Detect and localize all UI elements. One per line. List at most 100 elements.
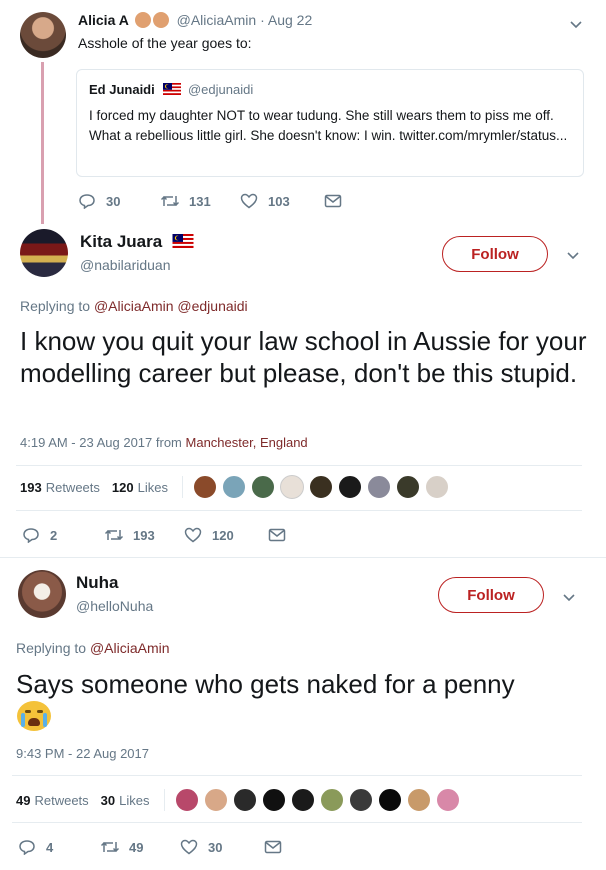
dm-button[interactable] [324, 194, 342, 208]
replying-prefix: Replying to [16, 640, 87, 656]
liker-avatar[interactable] [366, 475, 391, 499]
retweet-icon [160, 195, 180, 207]
liker-avatar[interactable] [435, 788, 460, 812]
liker-avatar[interactable] [203, 788, 228, 812]
dm-button[interactable] [264, 840, 282, 854]
like-stat-count[interactable]: 120 [112, 480, 134, 495]
quoted-handle: @edjunaidi [187, 82, 254, 97]
reply-button[interactable]: 30 [78, 193, 160, 209]
tweet-header: Alicia A @AliciaAmin · Aug 22 [78, 12, 312, 28]
malaysia-flag-icon [172, 234, 194, 248]
handle[interactable]: @nabilariduan [80, 257, 171, 273]
like-button[interactable]: 103 [240, 193, 324, 209]
tweet-actions: 30 131 103 [78, 193, 342, 209]
like-button[interactable]: 30 [180, 839, 264, 855]
retweet-button[interactable]: 49 [100, 840, 180, 855]
liker-avatar[interactable] [261, 788, 286, 812]
quoted-header: Ed Junaidi @edjunaidi [89, 82, 253, 97]
liker-avatar[interactable] [174, 788, 199, 812]
engagement-stats: 49 Retweets 30 Likes [16, 785, 465, 815]
handle[interactable]: @helloNuha [76, 598, 153, 614]
retweet-count: 131 [189, 193, 211, 209]
retweet-icon [104, 529, 124, 541]
dm-icon [324, 194, 342, 208]
reply-button[interactable]: 4 [18, 839, 100, 855]
handle[interactable]: @AliciaAmin [177, 12, 257, 28]
chevron-down-icon[interactable] [568, 16, 584, 32]
liker-avatar[interactable] [337, 475, 362, 499]
timestamp[interactable]: · Aug 22 [260, 12, 312, 28]
reply-count: 30 [106, 193, 121, 209]
liker-avatar[interactable] [395, 475, 420, 499]
location-link[interactable]: Manchester, England [186, 435, 308, 450]
tweet-actions: 2 193 120 [22, 527, 286, 543]
chevron-down-icon[interactable] [565, 247, 581, 263]
malaysia-flag-icon [163, 83, 182, 95]
avatar[interactable] [20, 229, 68, 277]
like-count: 120 [212, 527, 234, 543]
retweet-button[interactable]: 193 [104, 528, 184, 543]
reply-icon [23, 528, 39, 543]
retweet-stat-count[interactable]: 193 [20, 480, 42, 495]
replying-to: Replying to @AliciaAmin [16, 640, 170, 656]
replying-to: Replying to @AliciaAmin @edjunaidi [20, 298, 248, 314]
tweet-text: Asshole of the year goes to: [78, 35, 252, 51]
liker-avatar[interactable] [192, 475, 217, 499]
clap-emoji [134, 12, 151, 28]
quoted-tweet[interactable]: Ed Junaidi @edjunaidi I forced my daught… [76, 69, 584, 177]
liker-avatar[interactable] [406, 788, 431, 812]
like-count: 103 [268, 193, 290, 209]
like-icon [240, 193, 258, 209]
avatar[interactable] [20, 12, 66, 58]
dm-icon [264, 840, 282, 854]
timestamp[interactable]: 4:19 AM - 23 Aug 2017 from [20, 435, 182, 450]
display-name[interactable]: Alicia A [78, 12, 129, 28]
chevron-down-icon[interactable] [561, 589, 577, 605]
display-name[interactable]: Nuha [76, 573, 119, 593]
like-stat-label[interactable]: Likes [138, 480, 168, 495]
crying-face-emoji: 😭 [17, 701, 51, 731]
reply-count: 2 [50, 527, 58, 543]
dm-icon [268, 528, 286, 542]
liker-avatar[interactable] [348, 788, 373, 812]
liker-avatar[interactable] [221, 475, 246, 499]
reply-button[interactable]: 2 [22, 527, 104, 543]
like-stat-count[interactable]: 30 [101, 793, 115, 808]
liker-avatar[interactable] [250, 475, 275, 499]
like-icon [184, 527, 202, 543]
tweet-actions: 4 49 30 [18, 839, 282, 855]
retweet-stat-label[interactable]: Retweets [46, 480, 100, 495]
liker-avatar[interactable] [232, 788, 257, 812]
tweet-text: Says someone who gets naked for a penny [16, 669, 515, 699]
quoted-display-name: Ed Junaidi [89, 82, 155, 97]
retweet-count: 193 [133, 527, 155, 543]
engagement-stats: 193 Retweets 120 Likes [20, 472, 454, 502]
reply-count: 4 [46, 839, 54, 855]
clap-emoji [152, 12, 169, 28]
retweet-stat-label[interactable]: Retweets [34, 793, 88, 808]
replying-prefix: Replying to [20, 298, 91, 314]
liker-avatar[interactable] [424, 475, 449, 499]
liker-avatar[interactable] [290, 788, 315, 812]
liker-avatar[interactable] [319, 788, 344, 812]
display-name-row: Kita Juara [80, 232, 194, 252]
timestamp[interactable]: 9:43 PM - 22 Aug 2017 [16, 746, 149, 761]
liker-avatar[interactable] [377, 788, 402, 812]
liker-avatar[interactable] [279, 475, 304, 499]
tweet-text: I know you quit your law school in Aussi… [20, 326, 587, 388]
retweet-button[interactable]: 131 [160, 194, 240, 209]
liker-avatar[interactable] [308, 475, 333, 499]
retweet-icon [100, 841, 120, 853]
like-stat-label[interactable]: Likes [119, 793, 149, 808]
dm-button[interactable] [268, 528, 286, 542]
replying-to-links[interactable]: @AliciaAmin @edjunaidi [94, 298, 248, 314]
follow-button[interactable]: Follow [442, 236, 548, 272]
retweet-count: 49 [129, 839, 144, 855]
follow-button[interactable]: Follow [438, 577, 544, 613]
retweet-stat-count[interactable]: 49 [16, 793, 30, 808]
like-count: 30 [208, 839, 223, 855]
like-button[interactable]: 120 [184, 527, 268, 543]
replying-to-links[interactable]: @AliciaAmin [90, 640, 170, 656]
display-name[interactable]: Kita Juara [80, 232, 162, 251]
avatar[interactable] [18, 570, 66, 618]
